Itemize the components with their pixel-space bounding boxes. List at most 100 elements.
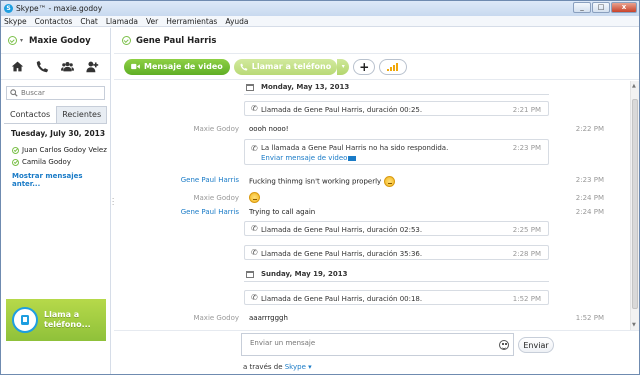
call-options-dropdown[interactable]: ▾: [337, 58, 350, 75]
worried-emoji-icon: [249, 192, 260, 203]
menu-bar: Skype Contactos Chat Llamada Ver Herrami…: [1, 16, 639, 27]
skype-logo-icon: S: [4, 4, 13, 13]
profile-name[interactable]: Maxie Godoy: [29, 36, 91, 46]
conversation-header: Gene Paul Harris: [114, 28, 639, 54]
scrollbar-thumb[interactable]: [632, 99, 638, 309]
online-status-icon: [122, 36, 131, 45]
send-via-dropdown[interactable]: Skype ▾: [285, 363, 312, 371]
call-event: ✆ Llamada de Gene Paul Harris, duración …: [244, 101, 549, 116]
chevron-down-icon: ▾: [308, 363, 312, 371]
list-item[interactable]: Camila Godoy: [1, 156, 110, 168]
message-time: 2:23 PM: [512, 144, 541, 152]
chat-scrollbar[interactable]: ▲ ▼: [630, 81, 639, 330]
day-header: Sunday, May 19, 2013: [244, 270, 549, 282]
menu-herramientas[interactable]: Herramientas: [166, 17, 217, 26]
send-video-message-label: Enviar mensaje de video: [261, 154, 348, 162]
call-quality-button[interactable]: [379, 58, 408, 75]
list-item[interactable]: Juan Carlos Godoy Velez: [1, 144, 110, 156]
message-sender[interactable]: Maxie Godoy: [193, 314, 239, 322]
signal-bars-icon: [387, 62, 399, 71]
menu-ayuda[interactable]: Ayuda: [225, 17, 248, 26]
send-via-link: Skype: [284, 363, 306, 371]
phone-icon: ✆: [251, 104, 258, 113]
phone-icon: ✆: [251, 144, 258, 153]
menu-llamada[interactable]: Llamada: [106, 17, 138, 26]
frustrated-emoji-icon: [384, 176, 396, 187]
video-camera-icon: [348, 155, 357, 161]
day-label: Monday, May 13, 2013: [261, 83, 350, 91]
promo-text: Llama a teléfono...: [44, 310, 91, 330]
phone-icon[interactable]: [36, 60, 49, 73]
day-label: Sunday, May 19, 2013: [261, 270, 348, 278]
add-contact-icon[interactable]: [86, 60, 99, 73]
chevron-down-icon[interactable]: ▾: [20, 37, 23, 44]
menu-skype[interactable]: Skype: [4, 17, 27, 26]
send-via-prefix: a través de: [243, 363, 283, 371]
profile-header[interactable]: ▾ Maxie Godoy: [1, 28, 110, 54]
window-controls: _ □ x: [573, 2, 637, 13]
call-event-text: Llamada de Gene Paul Harris, duración 00…: [261, 295, 423, 303]
message-text: oooh nooo!: [249, 125, 289, 133]
minimize-button[interactable]: _: [573, 2, 591, 13]
message-sender[interactable]: Maxie Godoy: [193, 194, 239, 202]
message-time: 2:28 PM: [512, 250, 541, 258]
call-phones-promo[interactable]: Llama a teléfono...: [6, 299, 106, 341]
tab-recientes[interactable]: Recientes: [56, 106, 108, 123]
conversation-title[interactable]: Gene Paul Harris: [136, 36, 216, 46]
scroll-down-icon[interactable]: ▼: [632, 322, 636, 328]
phone-keypad-icon: [12, 307, 38, 333]
online-status-icon: [12, 158, 19, 166]
phone-icon: ✆: [251, 248, 258, 257]
skype-window: S Skype™ - maxie.godoy _ □ x Skype Conta…: [0, 0, 640, 375]
message-text: [246, 192, 260, 203]
calendar-icon: [246, 271, 254, 278]
message-text: Fucking thinmg isn't working properly: [249, 176, 396, 187]
show-older-messages-link[interactable]: Mostrar mensajes anter...: [1, 168, 110, 188]
contact-name: Juan Carlos Godoy Velez: [22, 146, 107, 154]
message-sender[interactable]: Gene Paul Harris: [181, 176, 239, 184]
message-time: 2:24 PM: [575, 208, 604, 216]
sidebar-tabs: Contactos Recientes: [4, 106, 108, 124]
home-icon[interactable]: [11, 60, 24, 73]
plus-icon: +: [359, 59, 370, 74]
call-event: ✆ Llamada de Gene Paul Harris, duración …: [244, 290, 549, 305]
tab-contactos[interactable]: Contactos: [4, 106, 56, 123]
call-event-text: Llamada de Gene Paul Harris, duración 35…: [261, 250, 423, 258]
send-video-message-link[interactable]: Enviar mensaje de video: [261, 154, 357, 162]
conversation-pane: Gene Paul Harris Mensaje de video Llamar…: [114, 28, 639, 374]
video-message-button[interactable]: Mensaje de video: [124, 58, 230, 75]
message-time: 1:52 PM: [575, 314, 604, 322]
call-event-text: Llamada de Gene Paul Harris, duración 00…: [261, 106, 423, 114]
menu-chat[interactable]: Chat: [80, 17, 98, 26]
chat-history: Monday, May 13, 2013 ✆ Llamada de Gene P…: [114, 81, 630, 330]
video-message-label: Mensaje de video: [144, 62, 223, 71]
title-bar: S Skype™ - maxie.godoy _ □ x: [1, 1, 639, 16]
contact-name: Camila Godoy: [22, 158, 71, 166]
add-to-conversation-button[interactable]: +: [353, 58, 376, 75]
message-sender[interactable]: Maxie Godoy: [193, 125, 239, 133]
call-phone-button[interactable]: Llamar a teléfono: [233, 58, 338, 75]
call-phone-label: Llamar a teléfono: [251, 62, 332, 71]
chevron-down-icon: ▾: [341, 63, 345, 70]
search-input[interactable]: [21, 89, 101, 97]
emoticon-picker-icon[interactable]: [499, 340, 509, 350]
menu-contactos[interactable]: Contactos: [35, 17, 73, 26]
message-input[interactable]: [250, 339, 490, 347]
close-button[interactable]: x: [611, 2, 637, 13]
search-box[interactable]: [6, 86, 105, 100]
menu-ver[interactable]: Ver: [146, 17, 158, 26]
message-composer: Enviar a través de Skype ▾: [114, 330, 639, 374]
phone-icon: [240, 63, 248, 70]
online-status-icon: [12, 146, 19, 154]
message-sender[interactable]: Gene Paul Harris: [181, 208, 239, 216]
group-icon[interactable]: [61, 60, 74, 73]
message-text-content: Fucking thinmg isn't working properly: [249, 177, 382, 186]
maximize-button[interactable]: □: [592, 2, 610, 13]
video-camera-icon: [131, 63, 140, 70]
send-button[interactable]: Enviar: [518, 337, 554, 353]
online-status-icon[interactable]: [8, 36, 17, 45]
message-input-box[interactable]: [241, 333, 514, 356]
phone-icon: ✆: [251, 224, 258, 233]
phone-icon: ✆: [251, 293, 258, 302]
scroll-up-icon[interactable]: ▲: [632, 83, 636, 89]
